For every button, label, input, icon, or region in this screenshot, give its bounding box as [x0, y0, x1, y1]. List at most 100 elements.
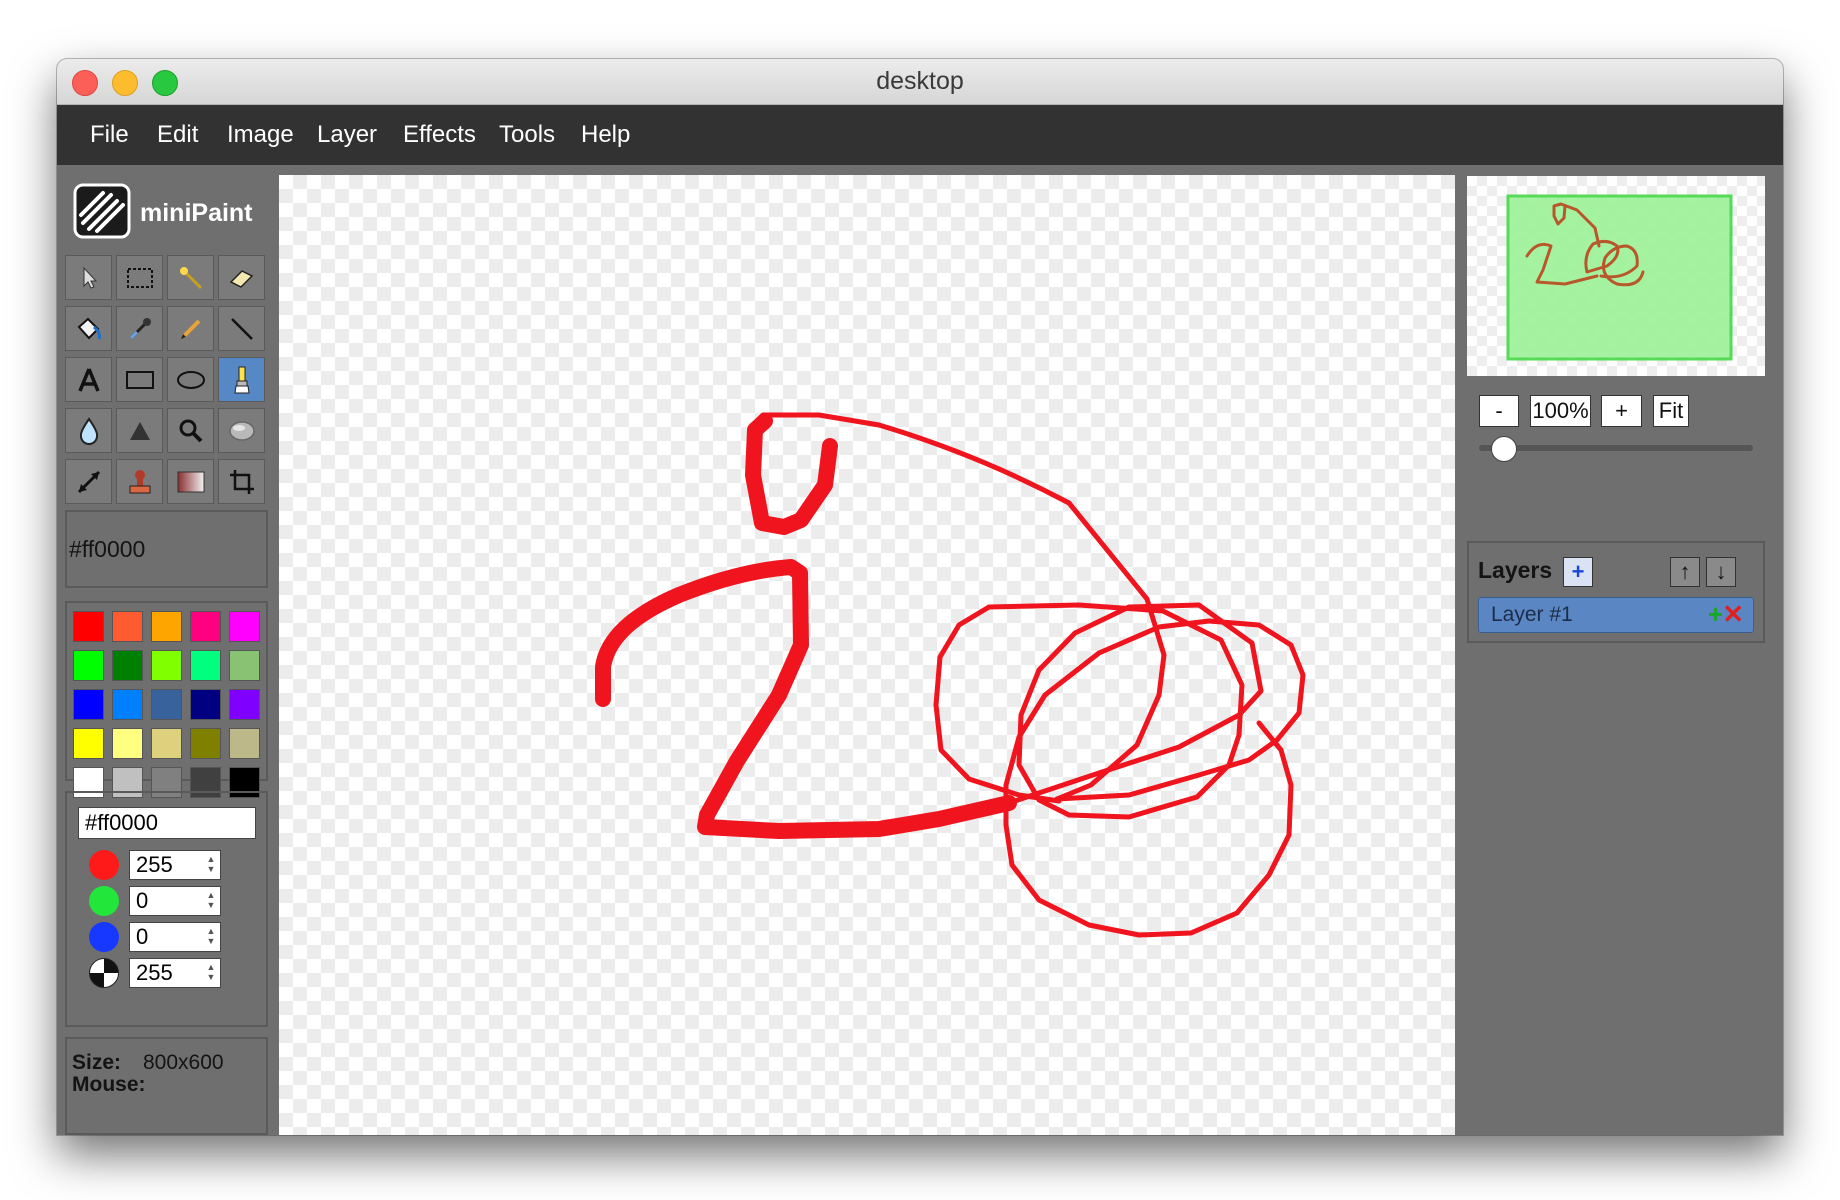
eyedropper-icon	[129, 317, 151, 339]
close-window-button[interactable]	[72, 70, 98, 96]
menu-image[interactable]: Image	[227, 105, 294, 165]
blue-spinner-icon[interactable]: ▲ ▼	[205, 926, 217, 948]
blue-value: 0	[136, 924, 149, 949]
red-value-input[interactable]: 255 ▲ ▼	[129, 850, 221, 880]
menu-bar: File Edit Image Layer Effects Tools Help	[57, 105, 1783, 165]
delete-layer-icon[interactable]: ✕	[1722, 600, 1744, 628]
tool-clone[interactable]	[116, 459, 163, 504]
ellipse-icon	[176, 370, 205, 389]
minimize-window-button[interactable]	[112, 70, 138, 96]
palette-swatch[interactable]	[73, 611, 104, 642]
current-color-box[interactable]: #ff0000	[65, 510, 268, 588]
tool-brush[interactable]	[218, 357, 265, 402]
pointer-icon	[83, 266, 97, 289]
palette-swatch[interactable]	[151, 650, 182, 681]
alpha-channel-icon	[89, 958, 119, 988]
text-icon	[77, 367, 100, 392]
palette-swatch[interactable]	[229, 650, 260, 681]
palette-swatch[interactable]	[73, 650, 104, 681]
magic-wand-icon	[179, 266, 202, 289]
canvas-drawing	[595, 412, 1306, 938]
tool-pencil[interactable]	[167, 306, 214, 351]
red-spinner-icon[interactable]: ▲ ▼	[205, 854, 217, 876]
tool-text[interactable]	[65, 357, 112, 402]
zoom-in-button[interactable]: +	[1601, 395, 1642, 427]
menu-tools[interactable]: Tools	[499, 105, 555, 165]
tool-gradient[interactable]	[167, 459, 214, 504]
eraser-icon	[229, 269, 253, 288]
palette-swatch[interactable]	[190, 728, 221, 759]
tool-ellipse[interactable]	[167, 357, 214, 402]
zoom-slider-track[interactable]	[1479, 445, 1753, 451]
palette-swatch[interactable]	[73, 689, 104, 720]
add-layer-button[interactable]: +	[1563, 557, 1593, 587]
layers-panel: Layers + ↑ ↓ Layer #1 + ✕	[1467, 541, 1765, 643]
red-channel-icon	[89, 850, 119, 880]
mouse-label: Mouse:	[72, 1073, 146, 1096]
tool-zoom[interactable]	[167, 408, 214, 453]
blue-value-input[interactable]: 0 ▲ ▼	[129, 922, 221, 952]
green-value-input[interactable]: 0 ▲ ▼	[129, 886, 221, 916]
menu-help[interactable]: Help	[581, 105, 630, 165]
title-bar: desktop	[57, 59, 1783, 105]
zoom-slider-handle[interactable]	[1491, 436, 1517, 462]
alpha-spinner-icon[interactable]: ▲ ▼	[205, 962, 217, 984]
drawing-canvas[interactable]	[279, 175, 1455, 1135]
tool-magic-wand[interactable]	[167, 255, 214, 300]
tool-eyedropper[interactable]	[116, 306, 163, 351]
tool-sharpen[interactable]	[116, 408, 163, 453]
tool-rect-select[interactable]	[116, 255, 163, 300]
layer-down-button[interactable]: ↓	[1706, 557, 1736, 587]
tool-resize[interactable]	[65, 459, 112, 504]
layer-item[interactable]: Layer #1 + ✕	[1478, 597, 1754, 633]
tool-bulge[interactable]	[218, 408, 265, 453]
menu-edit[interactable]: Edit	[157, 105, 198, 165]
brush-stroke-loops-2	[933, 602, 1245, 804]
tool-select[interactable]	[65, 255, 112, 300]
navigator-preview[interactable]	[1467, 176, 1765, 376]
palette-swatch[interactable]	[190, 650, 221, 681]
palette-swatch[interactable]	[190, 611, 221, 642]
menu-layer[interactable]: Layer	[317, 105, 377, 165]
clone-stamp-icon	[129, 469, 150, 493]
palette-swatch[interactable]	[151, 611, 182, 642]
palette-swatch[interactable]	[112, 611, 143, 642]
tool-rectangle[interactable]	[116, 357, 163, 402]
tool-crop[interactable]	[218, 459, 265, 504]
menu-file[interactable]: File	[90, 105, 129, 165]
app-window: desktop File Edit Image Layer Effects To…	[57, 59, 1783, 1135]
tool-line[interactable]	[218, 306, 265, 351]
toolbox	[65, 255, 268, 505]
size-label: Size:	[72, 1051, 122, 1074]
bulge-icon	[228, 420, 255, 441]
palette-swatch[interactable]	[229, 689, 260, 720]
hex-color-input[interactable]: #ff0000	[78, 807, 256, 839]
palette-swatch[interactable]	[73, 728, 104, 759]
zoom-level[interactable]: 100%	[1530, 395, 1591, 427]
palette-swatch[interactable]	[151, 728, 182, 759]
palette-swatch[interactable]	[151, 689, 182, 720]
tool-fill[interactable]	[65, 306, 112, 351]
palette-swatch[interactable]	[229, 611, 260, 642]
blur-drop-icon	[79, 416, 98, 445]
alpha-value-input[interactable]: 255 ▲ ▼	[129, 958, 221, 988]
palette-swatch[interactable]	[112, 728, 143, 759]
tool-eraser[interactable]	[218, 255, 265, 300]
tool-blur[interactable]	[65, 408, 112, 453]
palette-swatch[interactable]	[112, 650, 143, 681]
green-value: 0	[136, 888, 149, 913]
zoom-out-button[interactable]: -	[1479, 395, 1519, 427]
layer-name: Layer #1	[1491, 603, 1573, 626]
duplicate-layer-icon[interactable]: +	[1708, 600, 1723, 628]
rectangle-icon	[125, 370, 154, 389]
palette-swatch[interactable]	[112, 689, 143, 720]
palette-swatch[interactable]	[229, 728, 260, 759]
menu-effects[interactable]: Effects	[403, 105, 476, 165]
window-title: desktop	[876, 67, 964, 95]
maximize-window-button[interactable]	[152, 70, 178, 96]
layer-up-button[interactable]: ↑	[1670, 557, 1700, 587]
zoom-fit-button[interactable]: Fit	[1653, 395, 1689, 427]
resize-arrows-icon	[77, 470, 100, 493]
green-spinner-icon[interactable]: ▲ ▼	[205, 890, 217, 912]
palette-swatch[interactable]	[190, 689, 221, 720]
